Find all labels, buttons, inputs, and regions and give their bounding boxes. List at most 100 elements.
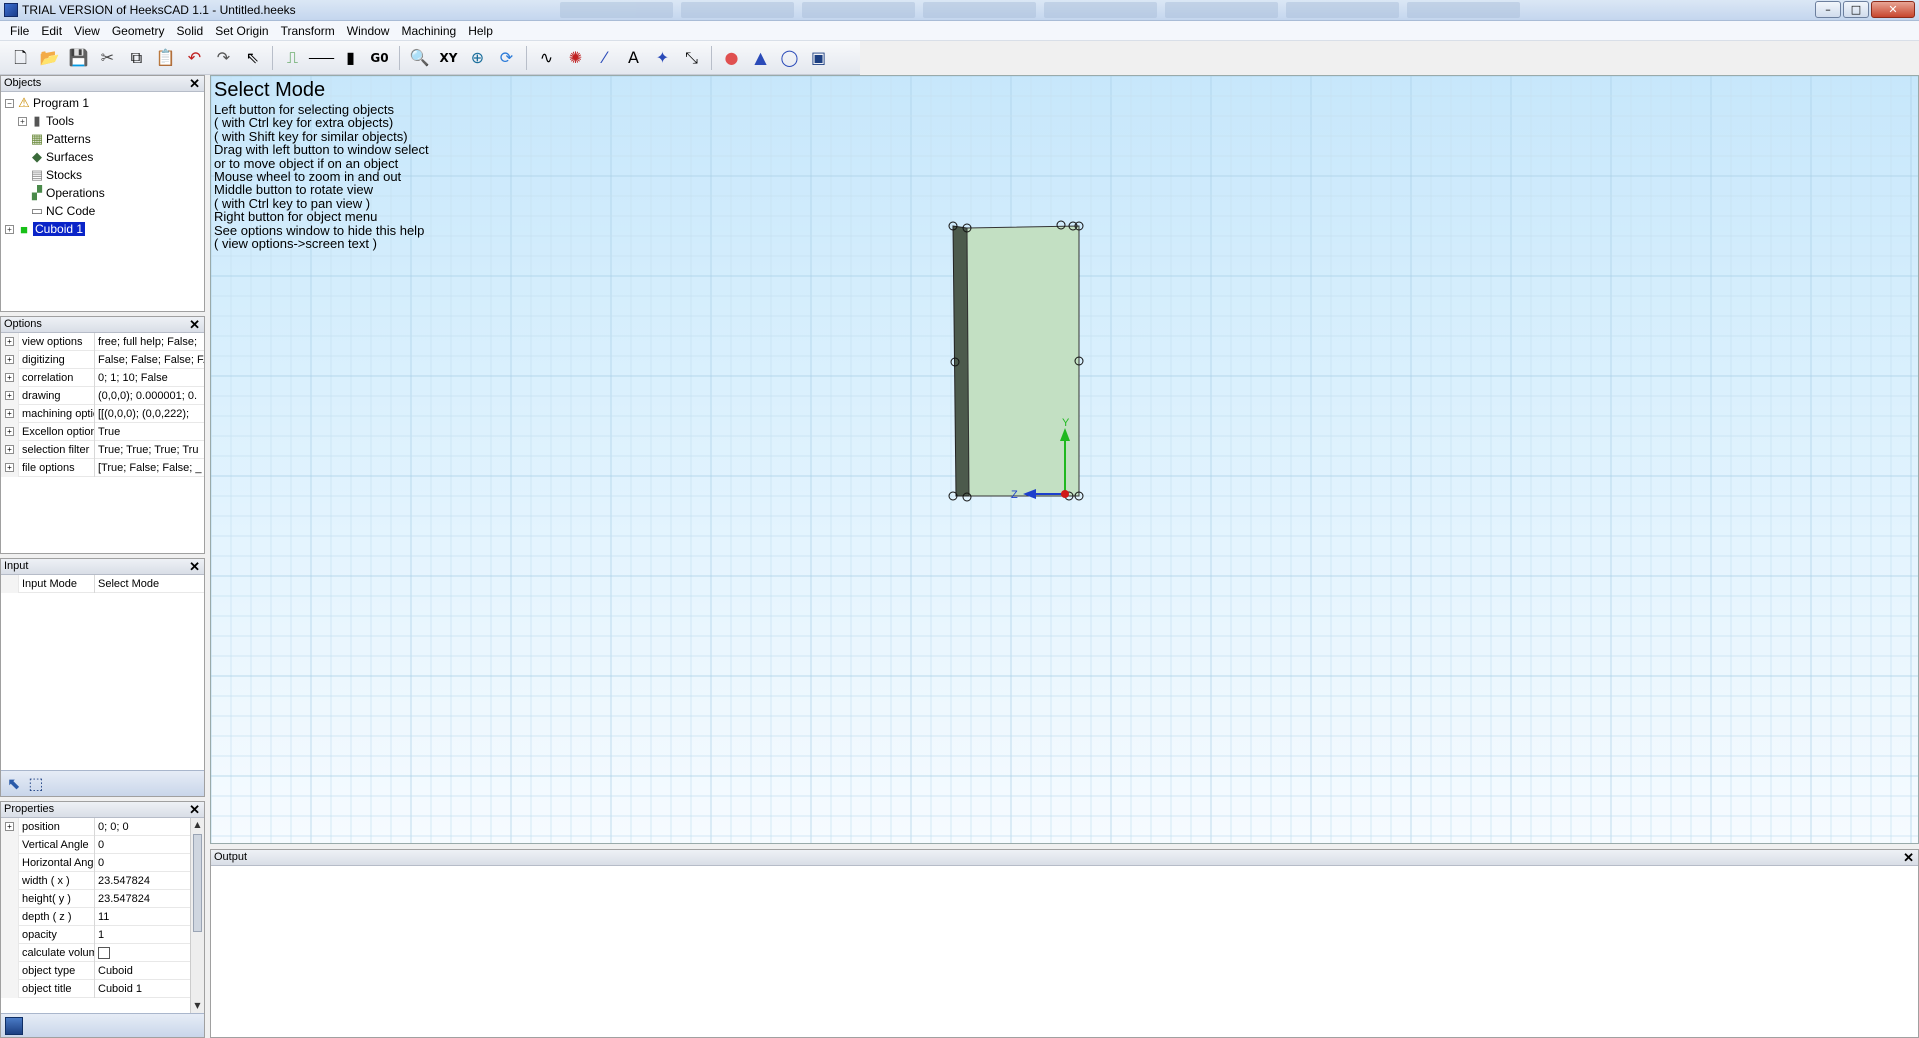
property-value[interactable]: 1	[95, 926, 190, 944]
cuboid-front-face[interactable]	[966, 225, 1080, 497]
property-value[interactable]: Cuboid 1	[95, 980, 190, 998]
menu-window[interactable]: Window	[341, 21, 396, 41]
zoom-window-icon[interactable]: 🔍	[407, 45, 432, 71]
property-value[interactable]: True	[95, 423, 204, 441]
drill-op-icon[interactable]: ▮	[338, 45, 363, 71]
property-value[interactable]: 0	[95, 854, 190, 872]
property-value[interactable]: 0	[95, 836, 190, 854]
tree-item-operations[interactable]: ▞ Operations	[1, 184, 204, 202]
property-value[interactable]	[95, 944, 190, 962]
property-row[interactable]: opacity 1	[1, 925, 190, 944]
close-icon[interactable]: ✕	[189, 76, 200, 91]
minimize-button[interactable]: –	[1815, 1, 1841, 18]
property-row[interactable]: height( y ) 23.547824	[1, 889, 190, 908]
select-arrow-icon[interactable]: ⇖	[240, 45, 265, 71]
sphere-icon[interactable]: ●	[719, 45, 744, 71]
menu-machining[interactable]: Machining	[395, 21, 462, 41]
view-xy-icon[interactable]: XY	[436, 45, 461, 71]
property-value[interactable]: Cuboid	[95, 962, 190, 980]
g0-icon[interactable]: G0	[367, 45, 392, 71]
menu-edit[interactable]: Edit	[35, 21, 68, 41]
tree-item-surfaces[interactable]: ◆ Surfaces	[1, 148, 204, 166]
line-icon[interactable]: ⁄	[592, 45, 617, 71]
property-value[interactable]: free; full help; False;	[95, 333, 204, 351]
menu-geometry[interactable]: Geometry	[106, 21, 171, 41]
close-icon[interactable]: ✕	[189, 559, 200, 574]
tree-item-cuboid-1[interactable]: + ■ Cuboid 1	[1, 220, 204, 238]
calculate-volume-checkbox[interactable]	[98, 946, 110, 959]
output-text-area[interactable]	[211, 866, 1918, 1036]
menu-view[interactable]: View	[68, 21, 106, 41]
property-row[interactable]: object title Cuboid 1	[1, 979, 190, 998]
menu-set-origin[interactable]: Set Origin	[209, 21, 274, 41]
pocket-op-icon[interactable]: ⸺	[308, 45, 335, 71]
property-row[interactable]: + position 0; 0; 0	[1, 817, 190, 836]
cuboid-icon[interactable]: ▣	[806, 45, 831, 71]
expand-icon[interactable]: +	[5, 373, 14, 382]
redo-icon[interactable]: ↷	[211, 45, 236, 71]
undo-icon[interactable]: ↶	[182, 45, 207, 71]
close-button[interactable]: ✕	[1871, 1, 1915, 18]
collapse-icon[interactable]: −	[5, 98, 14, 108]
property-row[interactable]: depth ( z ) 11	[1, 907, 190, 926]
property-row[interactable]: width ( x ) 23.547824	[1, 871, 190, 890]
expand-icon[interactable]: +	[5, 822, 14, 831]
property-value[interactable]: [True; False; False; _	[95, 459, 204, 477]
menu-file[interactable]: File	[4, 21, 35, 41]
close-icon[interactable]: ✕	[189, 317, 200, 332]
property-row[interactable]: + view options free; full help; False;	[1, 332, 204, 351]
property-value[interactable]: Select Mode	[95, 575, 204, 593]
property-row[interactable]: Horizontal Angl 0	[1, 853, 190, 872]
property-value[interactable]: False; False; False; F.	[95, 351, 204, 369]
menu-transform[interactable]: Transform	[275, 21, 341, 41]
property-row[interactable]: object type Cuboid	[1, 961, 190, 980]
property-value[interactable]: 11	[95, 908, 190, 926]
window-select-icon[interactable]: ⬚	[28, 774, 43, 793]
text-icon[interactable]: A	[621, 45, 646, 71]
property-value[interactable]: 0; 0; 0	[95, 818, 190, 836]
property-row[interactable]: + correlation 0; 1; 10; False	[1, 368, 204, 387]
dimension-icon[interactable]: ⤡	[679, 45, 704, 71]
fit-view-icon[interactable]: ⊕	[465, 45, 490, 71]
expand-icon[interactable]: +	[5, 445, 14, 454]
redraw-icon[interactable]: ⟳	[494, 45, 519, 71]
expand-icon[interactable]: +	[18, 116, 27, 126]
expand-icon[interactable]: +	[5, 355, 14, 364]
property-row[interactable]: Input Mode Select Mode	[1, 574, 204, 593]
close-icon[interactable]: ✕	[1903, 850, 1914, 865]
tree-item-tools[interactable]: + ▮ Tools	[1, 112, 204, 130]
graphics-viewport[interactable]: Y Z Select Mode Left button for selectin…	[210, 75, 1919, 844]
property-value[interactable]: 0; 1; 10; False	[95, 369, 204, 387]
property-value[interactable]: (0,0,0); 0.000001; 0.	[95, 387, 204, 405]
properties-scrollbar[interactable]: ▲ ▼	[190, 818, 204, 1013]
maximize-button[interactable]: □	[1843, 1, 1869, 18]
property-row[interactable]: + file options [True; False; False; _	[1, 458, 204, 477]
expand-icon[interactable]: +	[5, 427, 14, 436]
new-file-icon[interactable]: 🗋	[8, 45, 33, 71]
apply-icon[interactable]	[5, 1016, 23, 1035]
property-row[interactable]: + selection filter True; True; True; Tru	[1, 440, 204, 459]
profile-op-icon[interactable]: ⎍	[280, 45, 305, 71]
menu-solid[interactable]: Solid	[171, 21, 210, 41]
expand-icon[interactable]: +	[5, 409, 14, 418]
copy-icon[interactable]: ⧉	[124, 45, 149, 71]
scroll-up-icon[interactable]: ▲	[191, 818, 204, 832]
spline-icon[interactable]: ∿	[534, 45, 559, 71]
expand-icon[interactable]: +	[5, 463, 14, 472]
expand-icon[interactable]: +	[5, 224, 14, 234]
property-value[interactable]: 23.547824	[95, 890, 190, 908]
tree-item-patterns[interactable]: ▦ Patterns	[1, 130, 204, 148]
tree-item-stocks[interactable]: ▤ Stocks	[1, 166, 204, 184]
property-row[interactable]: + digitizing False; False; False; F.	[1, 350, 204, 369]
expand-icon[interactable]: +	[5, 391, 14, 400]
scroll-down-icon[interactable]: ▼	[191, 999, 204, 1013]
cone-icon[interactable]: ▲	[748, 45, 773, 71]
circles-icon[interactable]: ✺	[563, 45, 588, 71]
close-icon[interactable]: ✕	[189, 802, 200, 817]
tree-item-nc-code[interactable]: ▭ NC Code	[1, 202, 204, 220]
pointer-select-icon[interactable]: ⬉	[7, 774, 20, 793]
property-row[interactable]: + drawing (0,0,0); 0.000001; 0.	[1, 386, 204, 405]
coordinate-system-icon[interactable]: ✦	[650, 45, 675, 71]
property-row[interactable]: calculate volum	[1, 943, 190, 962]
cut-icon[interactable]: ✂	[95, 45, 120, 71]
